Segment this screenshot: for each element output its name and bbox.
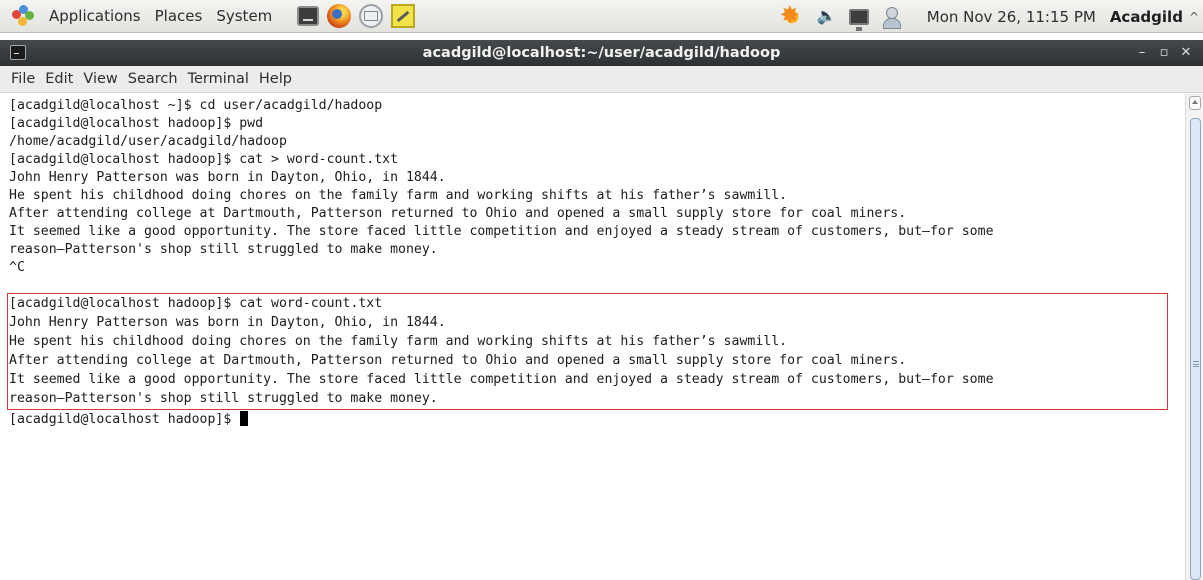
terminal-line: [acadgild@localhost ~]$ cd user/acadgild… <box>9 98 383 113</box>
terminal-icon[interactable] <box>10 45 26 60</box>
update-icon[interactable] <box>780 1 803 29</box>
grip-icon <box>1193 361 1199 367</box>
menu-applications[interactable]: Applications <box>42 7 148 25</box>
terminal-line: He spent his childhood doing chores on t… <box>9 188 788 203</box>
menu-system[interactable]: System <box>209 7 279 25</box>
menu-edit[interactable]: Edit <box>40 71 78 87</box>
menu-bar: File Edit View Search Terminal Help <box>0 66 1203 93</box>
menu-file[interactable]: File <box>6 71 40 87</box>
close-button[interactable]: ✕ <box>1175 43 1197 63</box>
highlight-box <box>7 293 1168 410</box>
maximize-button[interactable]: ▫ <box>1153 43 1175 63</box>
window-title: acadgild@localhost:~/user/acadgild/hadoo… <box>422 45 781 61</box>
terminal-line: After attending college at Dartmouth, Pa… <box>9 206 907 221</box>
panel-right: Mon Nov 26, 11:15 PM Acadgild ^ <box>780 0 1203 33</box>
notes-icon[interactable] <box>391 4 416 28</box>
menu-view[interactable]: View <box>78 71 122 87</box>
network-icon[interactable] <box>848 8 869 31</box>
minimize-button[interactable]: – <box>1131 43 1153 63</box>
clock[interactable]: Mon Nov 26, 11:15 PM <box>927 8 1096 26</box>
window-controls: – ▫ ✕ <box>1131 40 1197 66</box>
vertical-scrollbar[interactable] <box>1185 94 1203 580</box>
username[interactable]: Acadgild <box>1110 8 1183 26</box>
terminal-line: It seemed like a good opportunity. The s… <box>9 224 994 239</box>
menu-search[interactable]: Search <box>123 71 183 87</box>
terminal-prompt: [acadgild@localhost hadoop]$ <box>9 412 240 427</box>
terminal-line: [acadgild@localhost hadoop]$ pwd <box>9 116 264 131</box>
menu-places[interactable]: Places <box>148 7 210 25</box>
chevron-up-icon[interactable]: ^ <box>1189 10 1199 24</box>
text-cursor <box>240 411 249 426</box>
menu-help[interactable]: Help <box>254 71 297 87</box>
scroll-thumb[interactable] <box>1190 118 1201 580</box>
mail-icon[interactable] <box>359 4 384 28</box>
terminal-line: [acadgild@localhost hadoop]$ cat > word-… <box>9 152 399 167</box>
terminal-line: John Henry Patterson was born in Dayton,… <box>9 170 446 185</box>
volume-icon[interactable] <box>815 6 837 28</box>
panel-left: Applications Places System <box>0 0 416 32</box>
terminal-icon[interactable] <box>297 6 320 26</box>
firefox-icon[interactable] <box>327 4 352 28</box>
menu-terminal[interactable]: Terminal <box>183 71 254 87</box>
terminal-line: ^C <box>9 260 25 275</box>
terminal-prompt-line: [acadgild@localhost hadoop]$ <box>9 410 249 429</box>
terminal-output[interactable]: [acadgild@localhost ~]$ cd user/acadgild… <box>0 94 1185 580</box>
applications-icon[interactable] <box>12 5 36 27</box>
top-panel: Applications Places System Mon Nov 26, 1… <box>0 0 1203 33</box>
scroll-up-button[interactable] <box>1189 96 1201 110</box>
terminal-line: /home/acadgild/user/acadgild/hadoop <box>9 134 287 149</box>
user-icon[interactable] <box>881 6 901 29</box>
terminal-line: reason—Patterson's shop still struggled … <box>9 242 438 257</box>
window-titlebar[interactable]: acadgild@localhost:~/user/acadgild/hadoo… <box>0 40 1203 66</box>
